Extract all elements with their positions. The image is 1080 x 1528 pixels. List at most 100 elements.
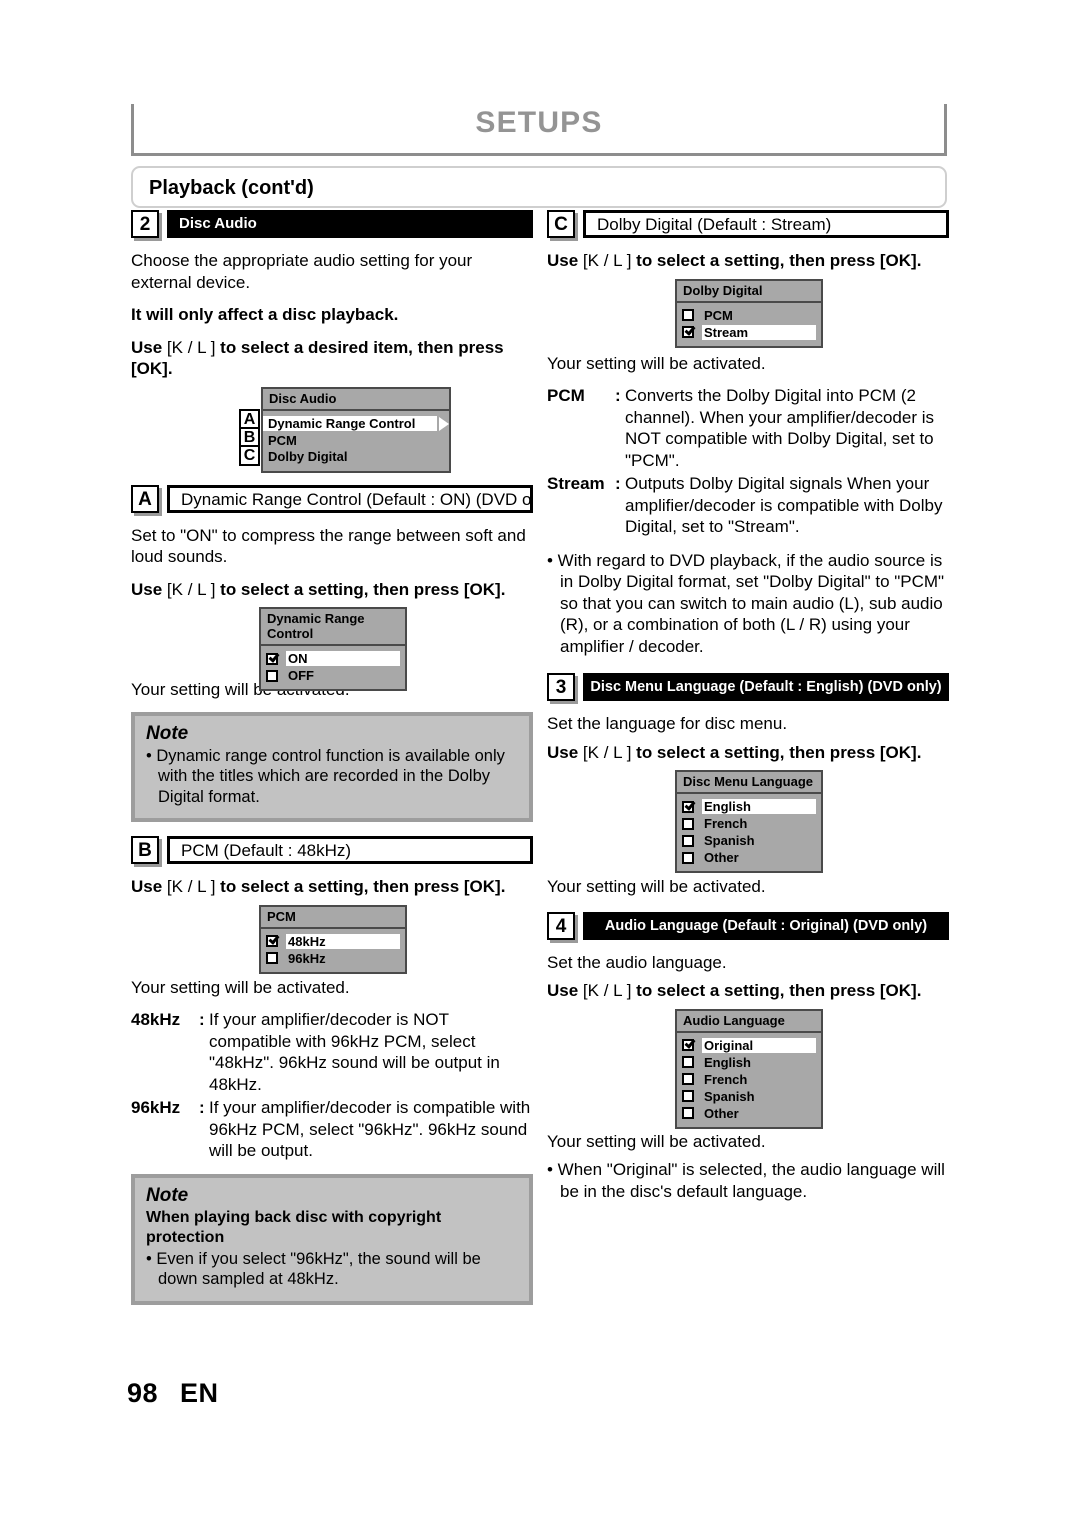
instr-pre: Use — [547, 251, 583, 270]
checkbox-checked-icon[interactable] — [266, 652, 278, 665]
section-2-instruction: Use [K / L ] to select a desired item, t… — [131, 337, 533, 380]
note-box-drc: Note • Dynamic range control function is… — [131, 711, 533, 822]
note-bullet: • Dynamic range control function is avai… — [146, 746, 505, 806]
osd-item-label: 48kHz — [286, 933, 400, 949]
definition-desc: If your amplifier/decoder is compatible … — [209, 1098, 531, 1160]
osd-item-spanish[interactable]: Spanish — [682, 1088, 816, 1105]
osd-item-pcm[interactable]: PCM — [682, 307, 816, 324]
osd-item-dynamic-range-control[interactable]: Dynamic Range Control — [263, 415, 449, 433]
dolby-digital-osd-menu[interactable]: Dolby Digital PCM Stream — [675, 278, 823, 348]
osd-body: PCM Stream — [677, 303, 821, 346]
instr-pre: Use — [131, 337, 167, 357]
section-c-activated: Your setting will be activated. — [547, 353, 766, 373]
osd-item-label: PCM — [268, 433, 297, 448]
note-heading: Note — [146, 722, 189, 744]
language-code: EN — [180, 1378, 219, 1408]
osd-item-label: Other — [704, 850, 739, 865]
osd-title: Disc Menu Language — [677, 772, 821, 794]
instr-keys: [K / L ] — [166, 877, 216, 896]
note-subheading: When playing back disc with copyright pr… — [146, 1208, 442, 1246]
checkbox-icon[interactable] — [682, 309, 694, 321]
section-4-instruction: Use [K / L ] to select a setting, then p… — [547, 980, 949, 1002]
disc-audio-osd-menu[interactable]: Disc Audio Dynamic Range Control PCM Dol… — [261, 386, 451, 473]
instr-keys: [K / L ] — [582, 251, 632, 270]
section-b-header: B PCM (Default : 48kHz) — [131, 836, 533, 866]
osd-item-dolby-digital[interactable]: Dolby Digital — [263, 449, 449, 465]
disc-menu-language-osd-menu[interactable]: Disc Menu Language English French Spanis… — [675, 770, 823, 873]
osd-item-off[interactable]: OFF — [266, 667, 400, 684]
osd-item-label: 96kHz — [288, 950, 326, 966]
definition-row-pcm: PCM : Converts the Dolby Digital into PC… — [547, 385, 949, 471]
drc-osd-menu[interactable]: Dynamic Range Control ON OFF — [259, 607, 407, 691]
osd-item-label: English — [704, 1054, 751, 1070]
osd-item-french[interactable]: French — [682, 815, 816, 832]
osd-item-original[interactable]: Original — [682, 1037, 816, 1054]
checkbox-icon[interactable] — [682, 1107, 694, 1119]
checkbox-icon[interactable] — [682, 834, 694, 847]
section-4-header: 4 Audio Language (Default : Original) (D… — [547, 911, 949, 942]
instr-pre: Use — [547, 742, 583, 762]
badge-c-marker: C — [239, 444, 260, 466]
definition-term: Stream — [547, 474, 605, 493]
osd-item-label: French — [704, 816, 748, 831]
right-column: C Dolby Digital (Default : Stream) Use [… — [547, 210, 949, 1213]
osd-item-english[interactable]: English — [682, 1054, 816, 1071]
section-3-badge: 3 — [547, 673, 575, 701]
osd-item-pcm[interactable]: PCM — [263, 433, 449, 449]
left-column: 2 Disc Audio Choose the appropriate audi… — [131, 210, 533, 1319]
checkbox-icon[interactable] — [266, 952, 278, 964]
checkbox-icon[interactable] — [682, 851, 694, 864]
osd-item-other[interactable]: Other — [682, 849, 816, 866]
osd-item-label: PCM — [704, 307, 733, 323]
definition-desc: If your amplifier/decoder is NOT compati… — [209, 1010, 500, 1094]
definition-term: 96kHz — [131, 1098, 181, 1117]
section-c-title: Dolby Digital (Default : Stream) — [583, 210, 949, 238]
osd-item-label: Spanish — [704, 1088, 755, 1104]
checkbox-checked-icon[interactable] — [682, 326, 694, 338]
definition-term: 48kHz — [131, 1010, 181, 1029]
osd-item-48khz[interactable]: 48kHz — [266, 933, 400, 950]
osd-item-label: Other — [704, 1105, 739, 1121]
osd-item-stream[interactable]: Stream — [682, 324, 816, 341]
osd-item-label: Original — [702, 1037, 816, 1053]
checkbox-checked-icon[interactable] — [682, 800, 694, 813]
checkbox-checked-icon[interactable] — [266, 935, 278, 947]
osd-item-label: Dolby Digital — [268, 449, 348, 464]
drc-menu-wrap: Dynamic Range Control ON OFF — [131, 607, 533, 691]
section-heading-label: Playback (cont'd) — [149, 177, 314, 199]
section-a-badge: A — [131, 484, 159, 513]
osd-item-on[interactable]: ON — [266, 650, 400, 667]
osd-body: Original English French Spanish Other — [677, 1033, 821, 1127]
checkbox-icon[interactable] — [266, 669, 278, 682]
audio-language-osd-menu[interactable]: Audio Language Original English French S… — [675, 1008, 823, 1129]
osd-item-label: Dynamic Range Control — [263, 416, 437, 431]
checkbox-icon[interactable] — [682, 1056, 694, 1068]
instr-pre: Use — [131, 877, 167, 896]
page-footer: 98 EN — [127, 1378, 219, 1409]
section-3-activated: Your setting will be activated. — [547, 877, 766, 896]
section-4-badge: 4 — [547, 911, 575, 940]
osd-item-spanish[interactable]: Spanish — [682, 832, 816, 849]
manual-page: SETUPS Playback (cont'd) 2 Disc Audio Ch… — [0, 0, 1080, 1528]
pcm-menu-wrap: PCM 48kHz 96kHz — [131, 904, 533, 974]
osd-item-label: ON — [286, 651, 400, 666]
checkbox-icon[interactable] — [682, 817, 694, 830]
instr-keys: [K / L ] — [166, 337, 216, 357]
section-3-body: Set the language for disc menu. — [547, 714, 788, 733]
section-a-title: Dynamic Range Control (Default : ON) (DV… — [167, 484, 533, 513]
note-heading: Note — [146, 1184, 189, 1206]
osd-item-96khz[interactable]: 96kHz — [266, 950, 400, 967]
checkbox-checked-icon[interactable] — [682, 1039, 694, 1051]
checkbox-icon[interactable] — [682, 1090, 694, 1102]
osd-item-label: Stream — [702, 324, 816, 340]
osd-item-other[interactable]: Other — [682, 1105, 816, 1122]
checkbox-icon[interactable] — [682, 1073, 694, 1085]
osd-item-english[interactable]: English — [682, 798, 816, 815]
instr-post: to select a setting, then press [OK]. — [631, 251, 922, 270]
definition-row-stream: Stream : Outputs Dolby Digital signals W… — [547, 473, 949, 538]
dolby-digital-menu-wrap: Dolby Digital PCM Stream — [547, 278, 949, 348]
osd-title: Audio Language — [677, 1010, 821, 1033]
osd-item-french[interactable]: French — [682, 1071, 816, 1088]
page-title: SETUPS — [475, 106, 603, 139]
pcm-osd-menu[interactable]: PCM 48kHz 96kHz — [259, 904, 407, 974]
